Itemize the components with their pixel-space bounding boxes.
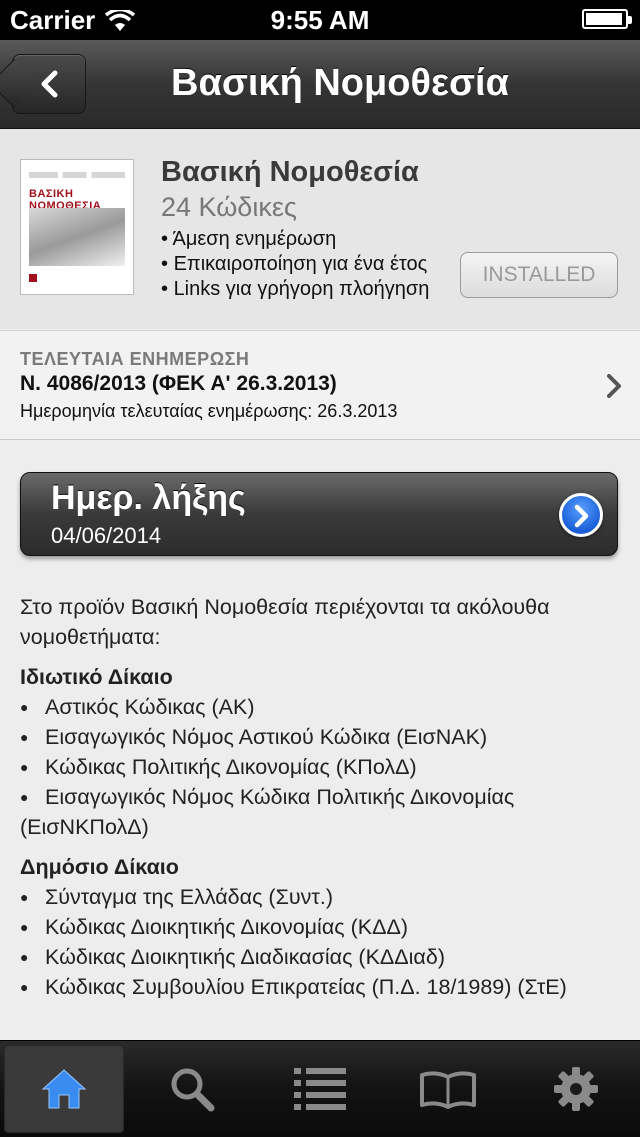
section-heading: Ιδιωτικό Δίκαιο (20, 665, 173, 689)
tab-list[interactable] (260, 1045, 380, 1133)
list-icon (294, 1068, 346, 1110)
law-item: Αστικός Κώδικας (ΑΚ) (20, 692, 625, 722)
tab-settings[interactable] (516, 1045, 636, 1133)
law-list: Σύνταγμα της Ελλάδας (Συντ.) Κώδικας Διο… (20, 882, 625, 1002)
feature-item: Άμεση ενημέρωση (161, 227, 429, 252)
status-bar: Carrier 9:55 AM (0, 0, 640, 40)
tab-home[interactable] (4, 1045, 124, 1133)
law-list: Αστικός Κώδικας (ΑΚ) Εισαγωγικός Νόμος Α… (20, 692, 625, 842)
home-icon (41, 1069, 87, 1109)
last-update-date: Ημερομηνία τελευταίας ενημέρωσης: 26.3.2… (20, 401, 398, 421)
law-item: Κώδικας Διοικητικής Διαδικασίας (ΚΔΔιαδ) (20, 942, 625, 972)
installed-button[interactable]: INSTALLED (460, 252, 618, 298)
law-item: Εισαγωγικός Νόμος Αστικού Κώδικα (ΕισΝΑΚ… (20, 722, 625, 752)
expiry-date-button[interactable]: Ημερ. λήξης 04/06/2014 (20, 472, 618, 556)
last-update-heading: ΤΕΛΕΥΤΑΙΑ ΕΝΗΜΕΡΩΣΗ (20, 349, 250, 369)
product-title: Βασική Νομοθεσία (161, 156, 419, 188)
chevron-right-icon (607, 374, 621, 398)
law-item: Κώδικας Πολιτικής Δικονομίας (ΚΠολΔ) (20, 752, 625, 782)
page-title: Βασική Νομοθεσία (171, 62, 509, 104)
gear-icon (554, 1067, 598, 1111)
product-description: Στο προϊόν Βασική Νομοθεσία περιέχονται … (20, 592, 625, 1012)
tab-bar (0, 1040, 640, 1137)
expiry-date: 04/06/2014 (51, 523, 162, 548)
tab-book[interactable] (388, 1045, 508, 1133)
law-item: Κώδικας Συμβουλίου Επικρατείας (Π.Δ. 18/… (20, 972, 625, 1002)
disclosure-arrow-icon[interactable] (559, 493, 603, 537)
feature-item: Links για γρήγορη πλοήγηση (161, 277, 430, 302)
description-intro: Στο προϊόν Βασική Νομοθεσία περιέχονται … (20, 595, 550, 649)
book-icon (420, 1071, 476, 1109)
navigation-bar: Βασική Νομοθεσία (0, 40, 640, 129)
product-cover-image: ΒΑΣΙΚΗ ΝΟΜΟΘΕΣΙΑ (20, 159, 134, 295)
tab-search[interactable] (132, 1045, 252, 1133)
feature-item: Επικαιροποίηση για ένα έτος (161, 252, 429, 277)
law-item: Εισαγωγικός Νόμος Κώδικα Πολιτικής Δικον… (20, 782, 625, 842)
battery-icon (582, 9, 632, 29)
section-heading: Δημόσιο Δίκαιο (20, 855, 179, 879)
law-item: Κώδικας Διοικητικής Δικονομίας (ΚΔΔ) (20, 912, 625, 942)
product-subtitle: 24 Κώδικες (161, 192, 297, 222)
expiry-label: Ημερ. λήξης (51, 479, 246, 517)
last-update-row[interactable]: ΤΕΛΕΥΤΑΙΑ ΕΝΗΜΕΡΩΣΗ Ν. 4086/2013 (ΦΕΚ Α'… (0, 330, 640, 440)
feature-list: Άμεση ενημέρωση Επικαιροποίηση για ένα έ… (161, 227, 429, 302)
search-icon (171, 1068, 215, 1112)
status-time: 9:55 AM (270, 5, 370, 35)
product-header: ΒΑΣΙΚΗ ΝΟΜΟΘΕΣΙΑ Βασική Νομοθεσία 24 Κώδ… (0, 129, 640, 329)
law-item: Σύνταγμα της Ελλάδας (Συντ.) (20, 882, 625, 912)
last-update-law: Ν. 4086/2013 (ΦΕΚ Α' 26.3.2013) (20, 372, 337, 395)
